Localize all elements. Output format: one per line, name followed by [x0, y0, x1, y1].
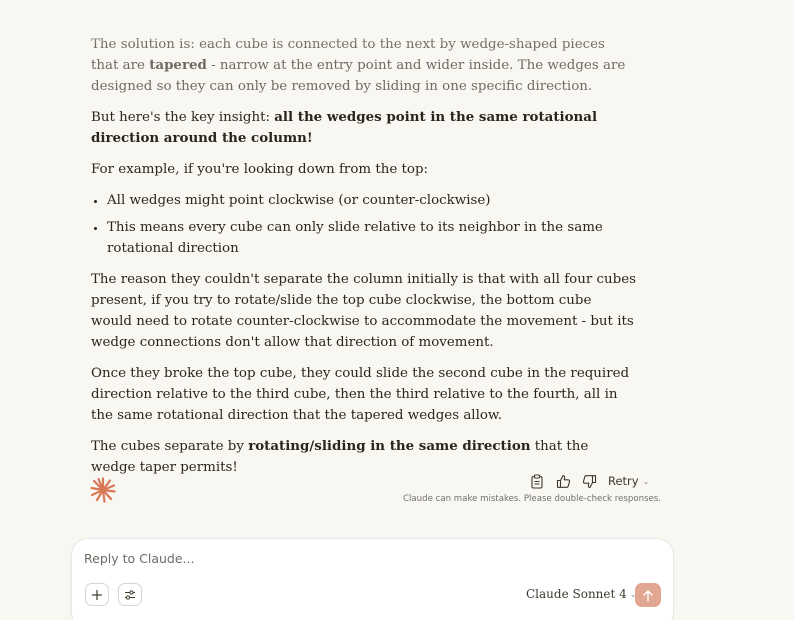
- paragraph-text: But here's the key insight:: [91, 110, 275, 125]
- message-paragraph: Once they broke the top cube, they could…: [91, 366, 630, 423]
- bold-text: tapered: [149, 57, 207, 73]
- claude-logo-icon: [89, 476, 117, 504]
- thumbs-up-icon: [556, 474, 570, 488]
- list-item: This means every cube can only slide rel…: [107, 217, 636, 259]
- assistant-message: The solution is: each cube is connected …: [91, 34, 636, 488]
- sliders-icon: [125, 589, 135, 600]
- message-paragraph: The reason they couldn't separate the co…: [91, 272, 636, 350]
- message-paragraph: The solution is: each cube is connected …: [91, 34, 636, 97]
- arrow-up-icon: [643, 589, 653, 602]
- paragraph-text: The cubes separate by: [91, 439, 249, 454]
- thumbs-up-button[interactable]: [554, 472, 572, 490]
- thumbs-down-icon: [582, 474, 596, 488]
- model-selector[interactable]: Claude Sonnet 4 ⌄: [526, 587, 636, 601]
- list-item: All wedges might point clockwise (or cou…: [107, 190, 636, 211]
- retry-button[interactable]: Retry ⌄: [608, 474, 649, 488]
- bullet-list: All wedges might point clockwise (or cou…: [91, 190, 636, 259]
- message-actions: Retry ⌄: [528, 471, 649, 491]
- clipboard-icon: [531, 473, 543, 489]
- retry-label: Retry: [608, 474, 639, 488]
- disclaimer-text: Claude can make mistakes. Please double-…: [403, 494, 661, 504]
- chevron-down-icon: ⌄: [642, 476, 650, 486]
- send-button[interactable]: [635, 583, 661, 607]
- message-paragraph: But here's the key insight: all the wedg…: [91, 107, 636, 149]
- bold-text: rotating/sliding in the same direction: [248, 438, 531, 454]
- reply-composer: Claude Sonnet 4 ⌄: [72, 539, 673, 620]
- copy-button[interactable]: [528, 472, 546, 490]
- tools-button[interactable]: [118, 583, 142, 606]
- message-paragraph: For example, if you're looking down from…: [91, 162, 429, 177]
- plus-icon: [92, 589, 102, 600]
- reply-input[interactable]: [84, 551, 644, 566]
- add-button[interactable]: [85, 583, 109, 606]
- model-label: Claude Sonnet 4: [526, 587, 627, 601]
- thumbs-down-button[interactable]: [580, 472, 598, 490]
